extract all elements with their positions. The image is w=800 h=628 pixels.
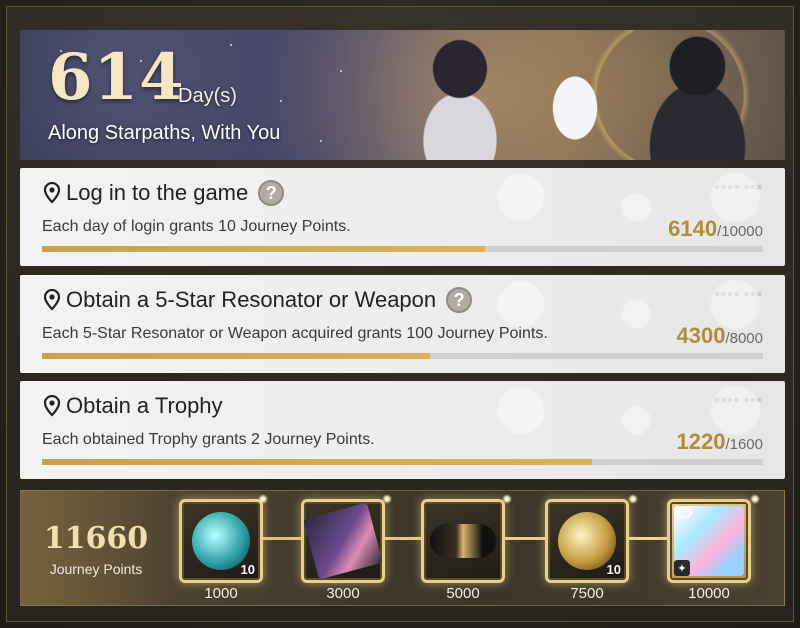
sparkle-icon (257, 493, 269, 505)
task-description: Each day of login grants 10 Journey Poin… (42, 218, 351, 235)
card-ticket-icon (303, 502, 383, 580)
sparkle-icon (627, 493, 639, 505)
character-boy-art (610, 30, 785, 160)
task-title-row: Obtain a 5-Star Resonator or Weapon ? (42, 287, 473, 313)
location-pin-icon (43, 182, 61, 204)
preview-eye-icon[interactable] (676, 508, 692, 518)
progress-current: 1220 (676, 429, 726, 454)
reward-threshold: 10000 (688, 585, 730, 602)
journey-points-total: 11660 (43, 521, 149, 556)
anniversary-banner: 614 Day(s) Along Starpaths, With You (20, 30, 785, 160)
journey-points-box: 11660 Journey Points (21, 491, 171, 605)
task-description: Each 5-Star Resonator or Weapon acquired… (42, 325, 548, 342)
task-card-five-star: ▪▪▪▪ ▪▪▪ Obtain a 5-Star Resonator or We… (20, 275, 785, 373)
sparkle-icon (381, 493, 393, 505)
location-pin-icon (43, 395, 61, 417)
task-title-row: Log in to the game ? (42, 180, 285, 206)
reward-slot-3[interactable] (421, 499, 505, 583)
reward-slot-5[interactable]: ✦ (667, 499, 751, 583)
banner-subtitle: Along Starpaths, With You (48, 122, 281, 144)
task-title: Log in to the game (66, 180, 249, 205)
reward-slot-4[interactable]: 10 (545, 499, 629, 583)
task-card-trophy: ▪▪▪▪ ▪▪▪ Obtain a Trophy Each obtained T… (20, 381, 785, 479)
reward-slot-1[interactable]: 10 (179, 499, 263, 583)
progress-max: /1600 (725, 436, 763, 453)
progress-bar (42, 353, 763, 359)
progress-current: 4300 (676, 323, 726, 348)
progress-bar-fill (42, 353, 430, 359)
bird-badge-icon: ✦ (674, 560, 690, 576)
progress-max: /8000 (725, 330, 763, 347)
help-icon[interactable]: ? (446, 287, 473, 313)
card-watermark: ▪▪▪▪ ▪▪▪ (714, 182, 763, 191)
task-title: Obtain a Trophy (66, 393, 223, 418)
progress-current: 6140 (668, 216, 718, 241)
progress-bar-fill (42, 459, 592, 465)
task-description: Each obtained Trophy grants 2 Journey Po… (42, 431, 375, 448)
progress-bar (42, 459, 763, 465)
card-watermark: ▪▪▪▪ ▪▪▪ (714, 395, 763, 404)
reward-threshold: 3000 (326, 585, 360, 602)
progress-bar-fill (42, 246, 485, 252)
task-card-login: ▪▪▪▪ ▪▪▪ Log in to the game ? Each day o… (20, 168, 785, 266)
reward-threshold: 7500 (570, 585, 604, 602)
task-progress-text: 6140/10000 (668, 216, 763, 242)
progress-bar (42, 246, 763, 252)
sparkle-icon (749, 493, 761, 505)
journey-points-label: Journey Points (49, 561, 143, 577)
sparkle-icon (501, 493, 513, 505)
journey-rewards-panel: 11660 Journey Points 10 1000 3000 5000 1… (20, 490, 785, 606)
reward-slot-2[interactable] (301, 499, 385, 583)
reward-quantity: 10 (240, 562, 255, 577)
progress-max: /10000 (717, 223, 763, 240)
task-progress-text: 1220/1600 (677, 429, 764, 455)
reward-quantity: 10 (606, 562, 621, 577)
task-progress-text: 4300/8000 (677, 323, 764, 349)
help-icon[interactable]: ? (258, 180, 285, 206)
reward-threshold: 5000 (446, 585, 480, 602)
location-pin-icon (43, 289, 61, 311)
reward-threshold: 1000 (204, 585, 238, 602)
days-unit-label: Day(s) (178, 85, 237, 107)
task-title: Obtain a 5-Star Resonator or Weapon (66, 287, 437, 312)
device-icon (430, 524, 496, 558)
days-count: 614 (48, 40, 185, 115)
card-watermark: ▪▪▪▪ ▪▪▪ (714, 289, 763, 298)
task-title-row: Obtain a Trophy (42, 393, 223, 419)
